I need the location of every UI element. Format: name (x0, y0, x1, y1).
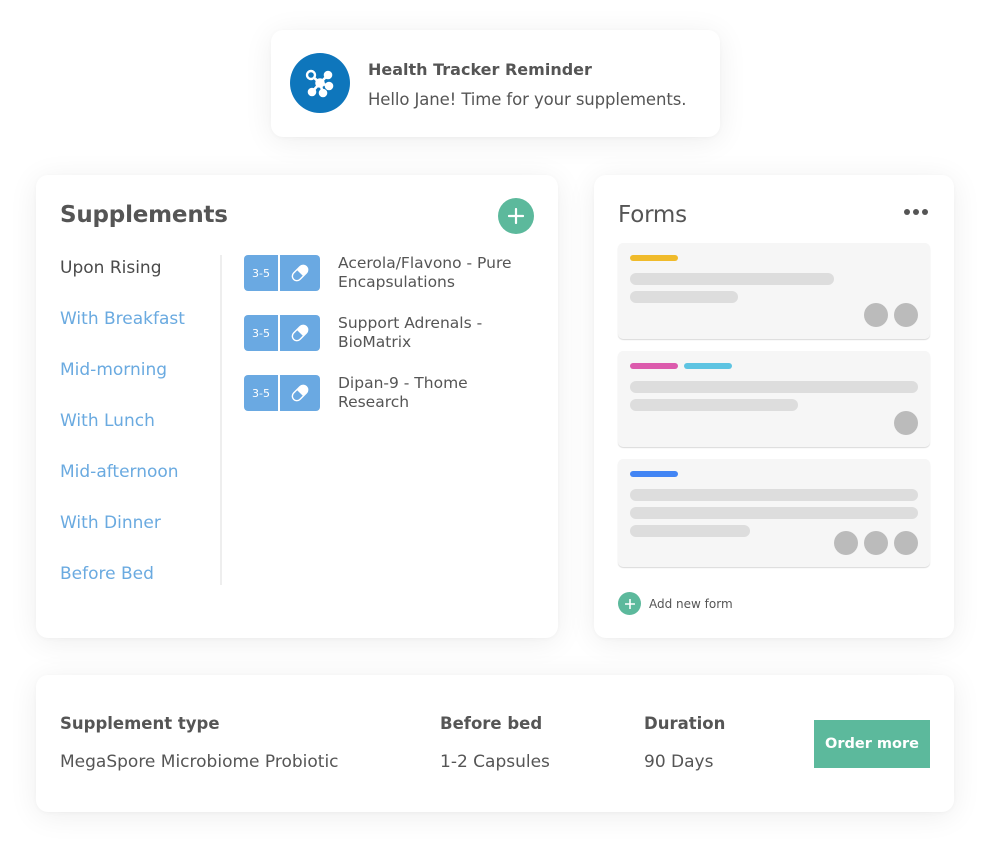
placeholder-line (630, 399, 798, 411)
avatar (834, 531, 858, 555)
supplement-details-panel: Supplement type MegaSpore Microbiome Pro… (36, 675, 954, 812)
placeholder-line (630, 381, 918, 393)
supplement-list: 3-5 Acerola/Flavono - Pure Encapsulation… (244, 254, 544, 435)
forms-title: Forms (618, 202, 687, 228)
supplement-name: Support Adrenals - BioMatrix (338, 314, 483, 351)
dosage-badge: 3-5 (244, 315, 320, 351)
supplement-item[interactable]: 3-5 Dipan-9 - Thome Research (244, 374, 544, 435)
form-card[interactable] (618, 351, 930, 447)
molecule-icon (290, 53, 350, 113)
timing-value: 1-2 Capsules (440, 752, 550, 772)
form-tag (684, 363, 732, 369)
notification-title: Health Tracker Reminder (368, 60, 592, 79)
order-more-button[interactable]: Order more (814, 720, 930, 768)
avatar (894, 531, 918, 555)
dosage-badge: 3-5 (244, 255, 320, 291)
capsule-icon (280, 315, 320, 351)
plus-icon (618, 592, 641, 615)
notification-card[interactable]: Health Tracker Reminder Hello Jane! Time… (271, 30, 720, 137)
forms-panel: Forms Add new form (594, 175, 954, 638)
avatar (864, 531, 888, 555)
timing-with-dinner[interactable]: With Dinner (60, 510, 185, 561)
divider (220, 255, 222, 585)
supplement-name: Dipan-9 - Thome Research (338, 374, 468, 411)
supplements-panel: Supplements Upon Rising With Breakfast M… (36, 175, 558, 638)
timing-with-lunch[interactable]: With Lunch (60, 408, 185, 459)
form-card[interactable] (618, 459, 930, 567)
capsule-icon (280, 255, 320, 291)
duration-header: Duration (644, 714, 726, 733)
timing-mid-afternoon[interactable]: Mid-afternoon (60, 459, 185, 510)
supplement-item[interactable]: 3-5 Acerola/Flavono - Pure Encapsulation… (244, 254, 544, 315)
dosage-count: 3-5 (244, 315, 280, 351)
placeholder-line (630, 273, 834, 285)
avatar (864, 303, 888, 327)
supplement-type-header: Supplement type (60, 714, 220, 733)
avatar (894, 303, 918, 327)
dosage-count: 3-5 (244, 375, 280, 411)
timing-before-bed[interactable]: Before Bed (60, 561, 185, 612)
more-horizontal-icon[interactable] (902, 207, 930, 217)
placeholder-line (630, 525, 750, 537)
timing-header: Before bed (440, 714, 543, 733)
form-tag (630, 363, 678, 369)
add-new-form-button[interactable]: Add new form (618, 592, 733, 615)
placeholder-line (630, 291, 738, 303)
form-tag (630, 255, 678, 261)
timing-mid-morning[interactable]: Mid-morning (60, 357, 185, 408)
placeholder-line (630, 489, 918, 501)
avatar (894, 411, 918, 435)
capsule-icon (280, 375, 320, 411)
form-card[interactable] (618, 243, 930, 339)
supplement-type-value: MegaSpore Microbiome Probiotic (60, 752, 339, 772)
timing-with-breakfast[interactable]: With Breakfast (60, 306, 185, 357)
dosage-count: 3-5 (244, 255, 280, 291)
timing-upon-rising[interactable]: Upon Rising (60, 255, 185, 306)
duration-value: 90 Days (644, 752, 714, 772)
supplement-item[interactable]: 3-5 Support Adrenals - BioMatrix (244, 314, 544, 375)
supplement-name: Acerola/Flavono - Pure Encapsulations (338, 254, 512, 291)
add-new-form-label: Add new form (649, 596, 733, 611)
notification-message: Hello Jane! Time for your supplements. (368, 90, 687, 109)
form-tag (630, 471, 678, 477)
add-supplement-button[interactable] (498, 198, 534, 234)
dosage-badge: 3-5 (244, 375, 320, 411)
placeholder-line (630, 507, 918, 519)
plus-icon (508, 208, 524, 224)
supplements-title: Supplements (60, 202, 228, 228)
timing-list: Upon Rising With Breakfast Mid-morning W… (60, 255, 185, 612)
